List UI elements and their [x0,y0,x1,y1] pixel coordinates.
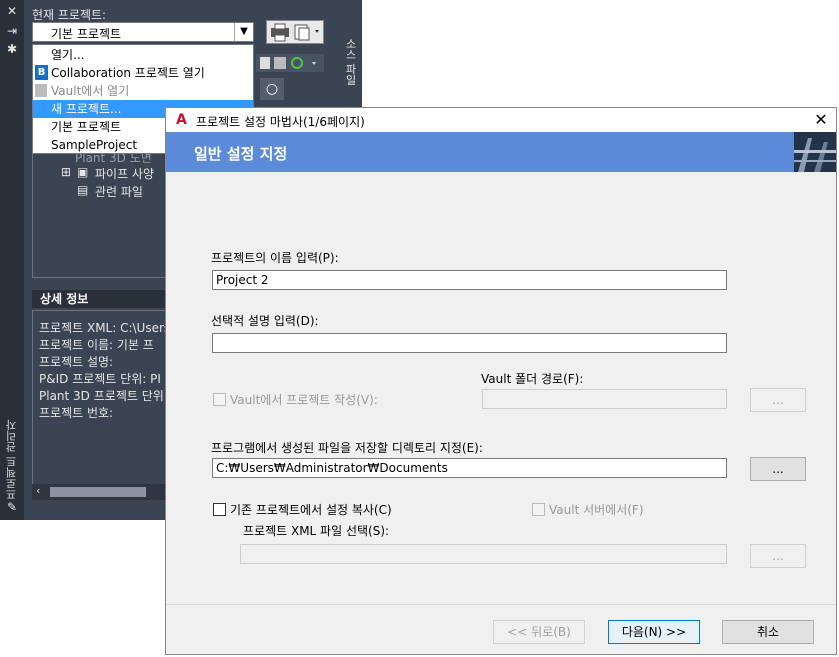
xml-file-label: 프로젝트 XML 파일 선택(S): [243,524,390,538]
directory-browse-button[interactable]: ... [750,457,806,481]
palette-vertical-title: 프로젝트 관리자 [5,419,18,501]
new-drawing-icon[interactable] [260,57,270,69]
palette-menu-icon[interactable]: ✎ [0,500,24,514]
vault-server-checkbox [532,503,545,516]
project-setup-wizard: A 프로젝트 설정 마법사(1/6페이지) ✕ 일반 설정 지정 프로젝트의 이… [165,107,837,655]
vault-folder-input [482,389,727,409]
detail-project-number: 프로젝트 번호: [39,406,114,420]
details-scrollbar[interactable]: ‹ [32,484,166,500]
current-project-value: 기본 프로젝트 [51,27,122,41]
current-project-combo[interactable]: 기본 프로젝트 ▼ [32,22,254,42]
source-files-tab[interactable]: 소스 파일 [340,38,358,98]
properties-icon[interactable]: ✱ [0,42,24,56]
vault-create-label: Vault에서 프로젝트 작성(V): [230,393,378,407]
copy-settings-label: 기존 프로젝트에서 설정 복사(C) [230,503,392,517]
copy-drawing-icon[interactable] [274,57,286,69]
wizard-banner: 일반 설정 지정 [166,132,794,172]
tree-toolbar [256,54,324,72]
tree-expand-icon[interactable]: ⊞ [61,165,71,179]
refresh-icon[interactable] [291,57,303,69]
folder-icon: ▤ [77,183,89,197]
menu-item-vault-open: Vault에서 열기 [33,82,253,100]
auto-hide-icon[interactable]: ⇥ [0,24,24,38]
tree-item-pipe-spec[interactable]: 파이프 사양 [95,165,154,182]
close-icon[interactable]: ✕ [0,4,24,18]
vault-create-checkbox [213,393,226,406]
print-icon[interactable] [267,21,323,43]
vault-browse-button: ... [750,388,806,412]
copy-settings-checkbox[interactable] [213,503,226,516]
search-icon[interactable]: ○ [260,78,284,100]
cancel-button[interactable]: 취소 [722,620,814,644]
xml-file-input [240,544,727,564]
autocad-logo-icon: A [176,112,187,128]
tree-item-related-files[interactable]: 관련 파일 [95,183,143,200]
back-button: << 뒤로(B) [493,620,585,644]
print-toolbar [266,20,324,44]
current-project-label: 현재 프로젝트: [32,8,107,22]
vault-icon [35,84,47,97]
directory-input[interactable]: C:₩Users₩Administrator₩Documents [212,458,727,478]
details-panel: 프로젝트 XML: C:\Users 프로젝트 이름: 기본 프 프로젝트 설명… [32,310,166,500]
detail-project-xml: 프로젝트 XML: C:\Users [39,321,166,335]
details-header: 상세 정보 [32,290,166,308]
chevron-down-icon[interactable]: ▼ [234,23,253,41]
project-tree: Plant 3D 도면 ⊞ ▣ 파이프 사양 ▤ 관련 파일 [32,148,166,278]
wizard-title: 프로젝트 설정 마법사(1/6페이지) [196,115,365,129]
plant-graphic-icon [794,132,836,172]
vault-server-label: Vault 서버에서(F) [549,503,644,517]
menu-item-collab-open[interactable]: B Collaboration 프로젝트 열기 [33,64,253,82]
description-input[interactable] [212,333,727,353]
xml-browse-button: ... [750,544,806,568]
wizard-step-title: 일반 설정 지정 [194,145,288,163]
project-name-input[interactable]: Project 2 [212,270,727,290]
project-name-label: 프로젝트의 이름 입력(P): [211,251,339,265]
detail-plant3d-units: Plant 3D 프로젝트 단위 [39,389,164,403]
detail-pid-units: P&ID 프로젝트 단위: PI [39,372,161,386]
close-icon[interactable]: ✕ [810,110,832,130]
folder-icon: ▣ [77,165,89,179]
chevron-left-icon[interactable]: ‹ [36,484,40,497]
wizard-titlebar: A 프로젝트 설정 마법사(1/6페이지) ✕ [166,108,836,132]
directory-label: 프로그램에서 생성된 파일을 저장할 디렉토리 지정(E): [211,441,483,455]
footer-divider [166,604,836,605]
vault-folder-label: Vault 폴더 경로(F): [481,372,584,386]
scrollbar-thumb[interactable] [50,487,146,497]
collaboration-icon: B [35,65,48,80]
description-label: 선택적 설명 입력(D): [211,314,319,328]
menu-item-open[interactable]: 열기... [33,46,253,64]
detail-project-name: 프로젝트 이름: 기본 프 [39,338,154,352]
next-button[interactable]: 다음(N) >> [608,620,700,644]
detail-project-desc: 프로젝트 설명: [39,355,114,369]
